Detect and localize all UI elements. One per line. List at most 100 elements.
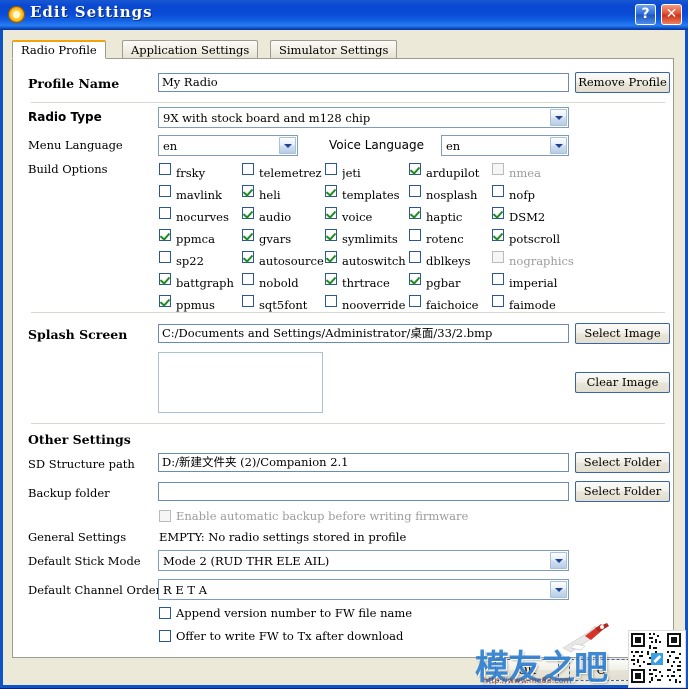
build-option-label-clip: potscroll (509, 228, 593, 247)
build-option-label: nobold (259, 276, 299, 290)
checkbox-box (492, 273, 504, 285)
checkbox-box (242, 207, 254, 219)
build-option-label: jeti (342, 166, 361, 180)
menu-language-select[interactable]: en (158, 135, 298, 156)
checkbox-box (492, 163, 504, 175)
checkbox-box (242, 273, 254, 285)
profile-name-label: Profile Name (28, 76, 120, 91)
chevron-down-icon (279, 137, 296, 154)
default-stick-mode-label: Default Stick Mode (28, 554, 141, 568)
default-channel-order-value: R E T A (163, 583, 207, 597)
build-option-label-clip: DSM2 (509, 206, 593, 225)
remove-profile-button[interactable]: Remove Profile (575, 72, 670, 93)
build-option-label: autosource (259, 254, 324, 268)
default-channel-order-label: Default Channel Order (28, 583, 162, 597)
checkbox-box (242, 185, 254, 197)
splash-path-input[interactable]: C:/Documents and Settings/Administrator/… (158, 324, 569, 343)
profile-name-input[interactable]: My Radio (158, 73, 569, 92)
clear-image-button[interactable]: Clear Image (575, 372, 670, 393)
checkbox-box (159, 273, 171, 285)
checkbox-box (242, 295, 254, 307)
divider-splash (31, 312, 665, 313)
build-option-label: nmea (509, 166, 541, 180)
voice-language-label: Voice Language (329, 138, 424, 152)
build-option-label: nosplash (426, 188, 478, 202)
checkbox-box (492, 251, 504, 263)
voice-language-select[interactable]: en (441, 135, 569, 156)
radio-profile-panel: Profile Name My Radio Remove Profile Rad… (12, 58, 674, 658)
build-option-label-clip: imperial (509, 272, 593, 291)
build-option-label-clip: nmea (509, 162, 593, 181)
build-option-label: templates (342, 188, 400, 202)
checkbox-box (325, 251, 337, 263)
checkbox-box (325, 273, 337, 285)
divider-top (31, 102, 665, 103)
checkbox-box (325, 229, 337, 241)
build-option-label-clip: faimode (509, 294, 593, 313)
checkbox-box (325, 295, 337, 307)
select-image-button[interactable]: Select Image (575, 323, 670, 344)
enable-auto-backup-label: Enable automatic backup before writing f… (176, 509, 469, 523)
build-option-label-clip: nofp (509, 184, 593, 203)
checkbox-box (242, 251, 254, 263)
backup-select-folder-button[interactable]: Select Folder (575, 481, 670, 502)
build-option-label: frsky (176, 166, 206, 180)
watermark-url: http://www.mo88.com (483, 676, 572, 685)
checkbox-box (492, 229, 504, 241)
gear-icon (8, 6, 25, 23)
checkbox-box (492, 207, 504, 219)
tab-simulator-settings[interactable]: Simulator Settings (270, 40, 398, 59)
build-option-label: imperial (509, 276, 558, 290)
build-option-label: ppmca (176, 232, 215, 246)
menu-language-value: en (163, 139, 178, 153)
title-bar: Edit Settings ? ✕ (0, 0, 688, 30)
general-settings-value: EMPTY: No radio settings stored in profi… (159, 530, 407, 544)
chevron-down-icon (550, 552, 567, 569)
checkbox-box (159, 510, 171, 522)
checkbox-box (325, 185, 337, 197)
chevron-down-icon (550, 137, 567, 154)
help-button[interactable]: ? (635, 4, 656, 25)
build-option-label: nocurves (176, 210, 229, 224)
checkbox-box (159, 229, 171, 241)
tab-radio-profile[interactable]: Radio Profile (12, 40, 106, 59)
chevron-down-icon (550, 581, 567, 598)
checkbox-box (492, 295, 504, 307)
build-option-label: ppmus (176, 298, 215, 312)
build-options-label: Build Options (28, 162, 108, 176)
checkbox-box (159, 295, 171, 307)
default-channel-order-select[interactable]: R E T A (158, 579, 569, 600)
build-option-label: potscroll (509, 232, 561, 246)
radio-type-select[interactable]: 9X with stock board and m128 chip (158, 107, 569, 128)
checkbox-box (409, 251, 421, 263)
build-option-label: haptic (426, 210, 463, 224)
tab-application-settings[interactable]: Application Settings (122, 40, 259, 59)
chevron-down-icon (550, 109, 567, 126)
sd-structure-input[interactable]: D:/新建文件夹 (2)/Companion 2.1 (158, 453, 569, 472)
build-option-label: battgraph (176, 276, 234, 290)
build-option-label: nooverride (342, 298, 406, 312)
build-option-label: audio (259, 210, 292, 224)
build-option-label: gvars (259, 232, 292, 246)
backup-folder-input[interactable] (158, 482, 569, 501)
build-option-label: voice (342, 210, 373, 224)
build-option-label: nographics (509, 254, 574, 268)
build-option-label: faichoice (426, 298, 479, 312)
offer-write-label: Offer to write FW to Tx after download (176, 629, 404, 643)
radio-type-label: Radio Type (28, 110, 102, 124)
build-option-label: telemetrez (259, 166, 322, 180)
build-option-label-clip: nographics (509, 250, 593, 269)
build-option-label: faimode (509, 298, 556, 312)
default-stick-mode-select[interactable]: Mode 2 (RUD THR ELE AIL) (158, 550, 569, 571)
voice-language-value: en (446, 139, 461, 153)
build-option-label: nofp (509, 188, 535, 202)
append-version-label: Append version number to FW file name (176, 606, 413, 620)
other-settings-heading: Other Settings (28, 432, 131, 447)
default-stick-mode-value: Mode 2 (RUD THR ELE AIL) (163, 554, 330, 568)
close-button[interactable]: ✕ (661, 4, 682, 25)
checkbox-box (242, 163, 254, 175)
checkbox-box (159, 207, 171, 219)
sd-select-folder-button[interactable]: Select Folder (575, 452, 670, 473)
checkbox-box (409, 229, 421, 241)
checkbox-box (325, 207, 337, 219)
